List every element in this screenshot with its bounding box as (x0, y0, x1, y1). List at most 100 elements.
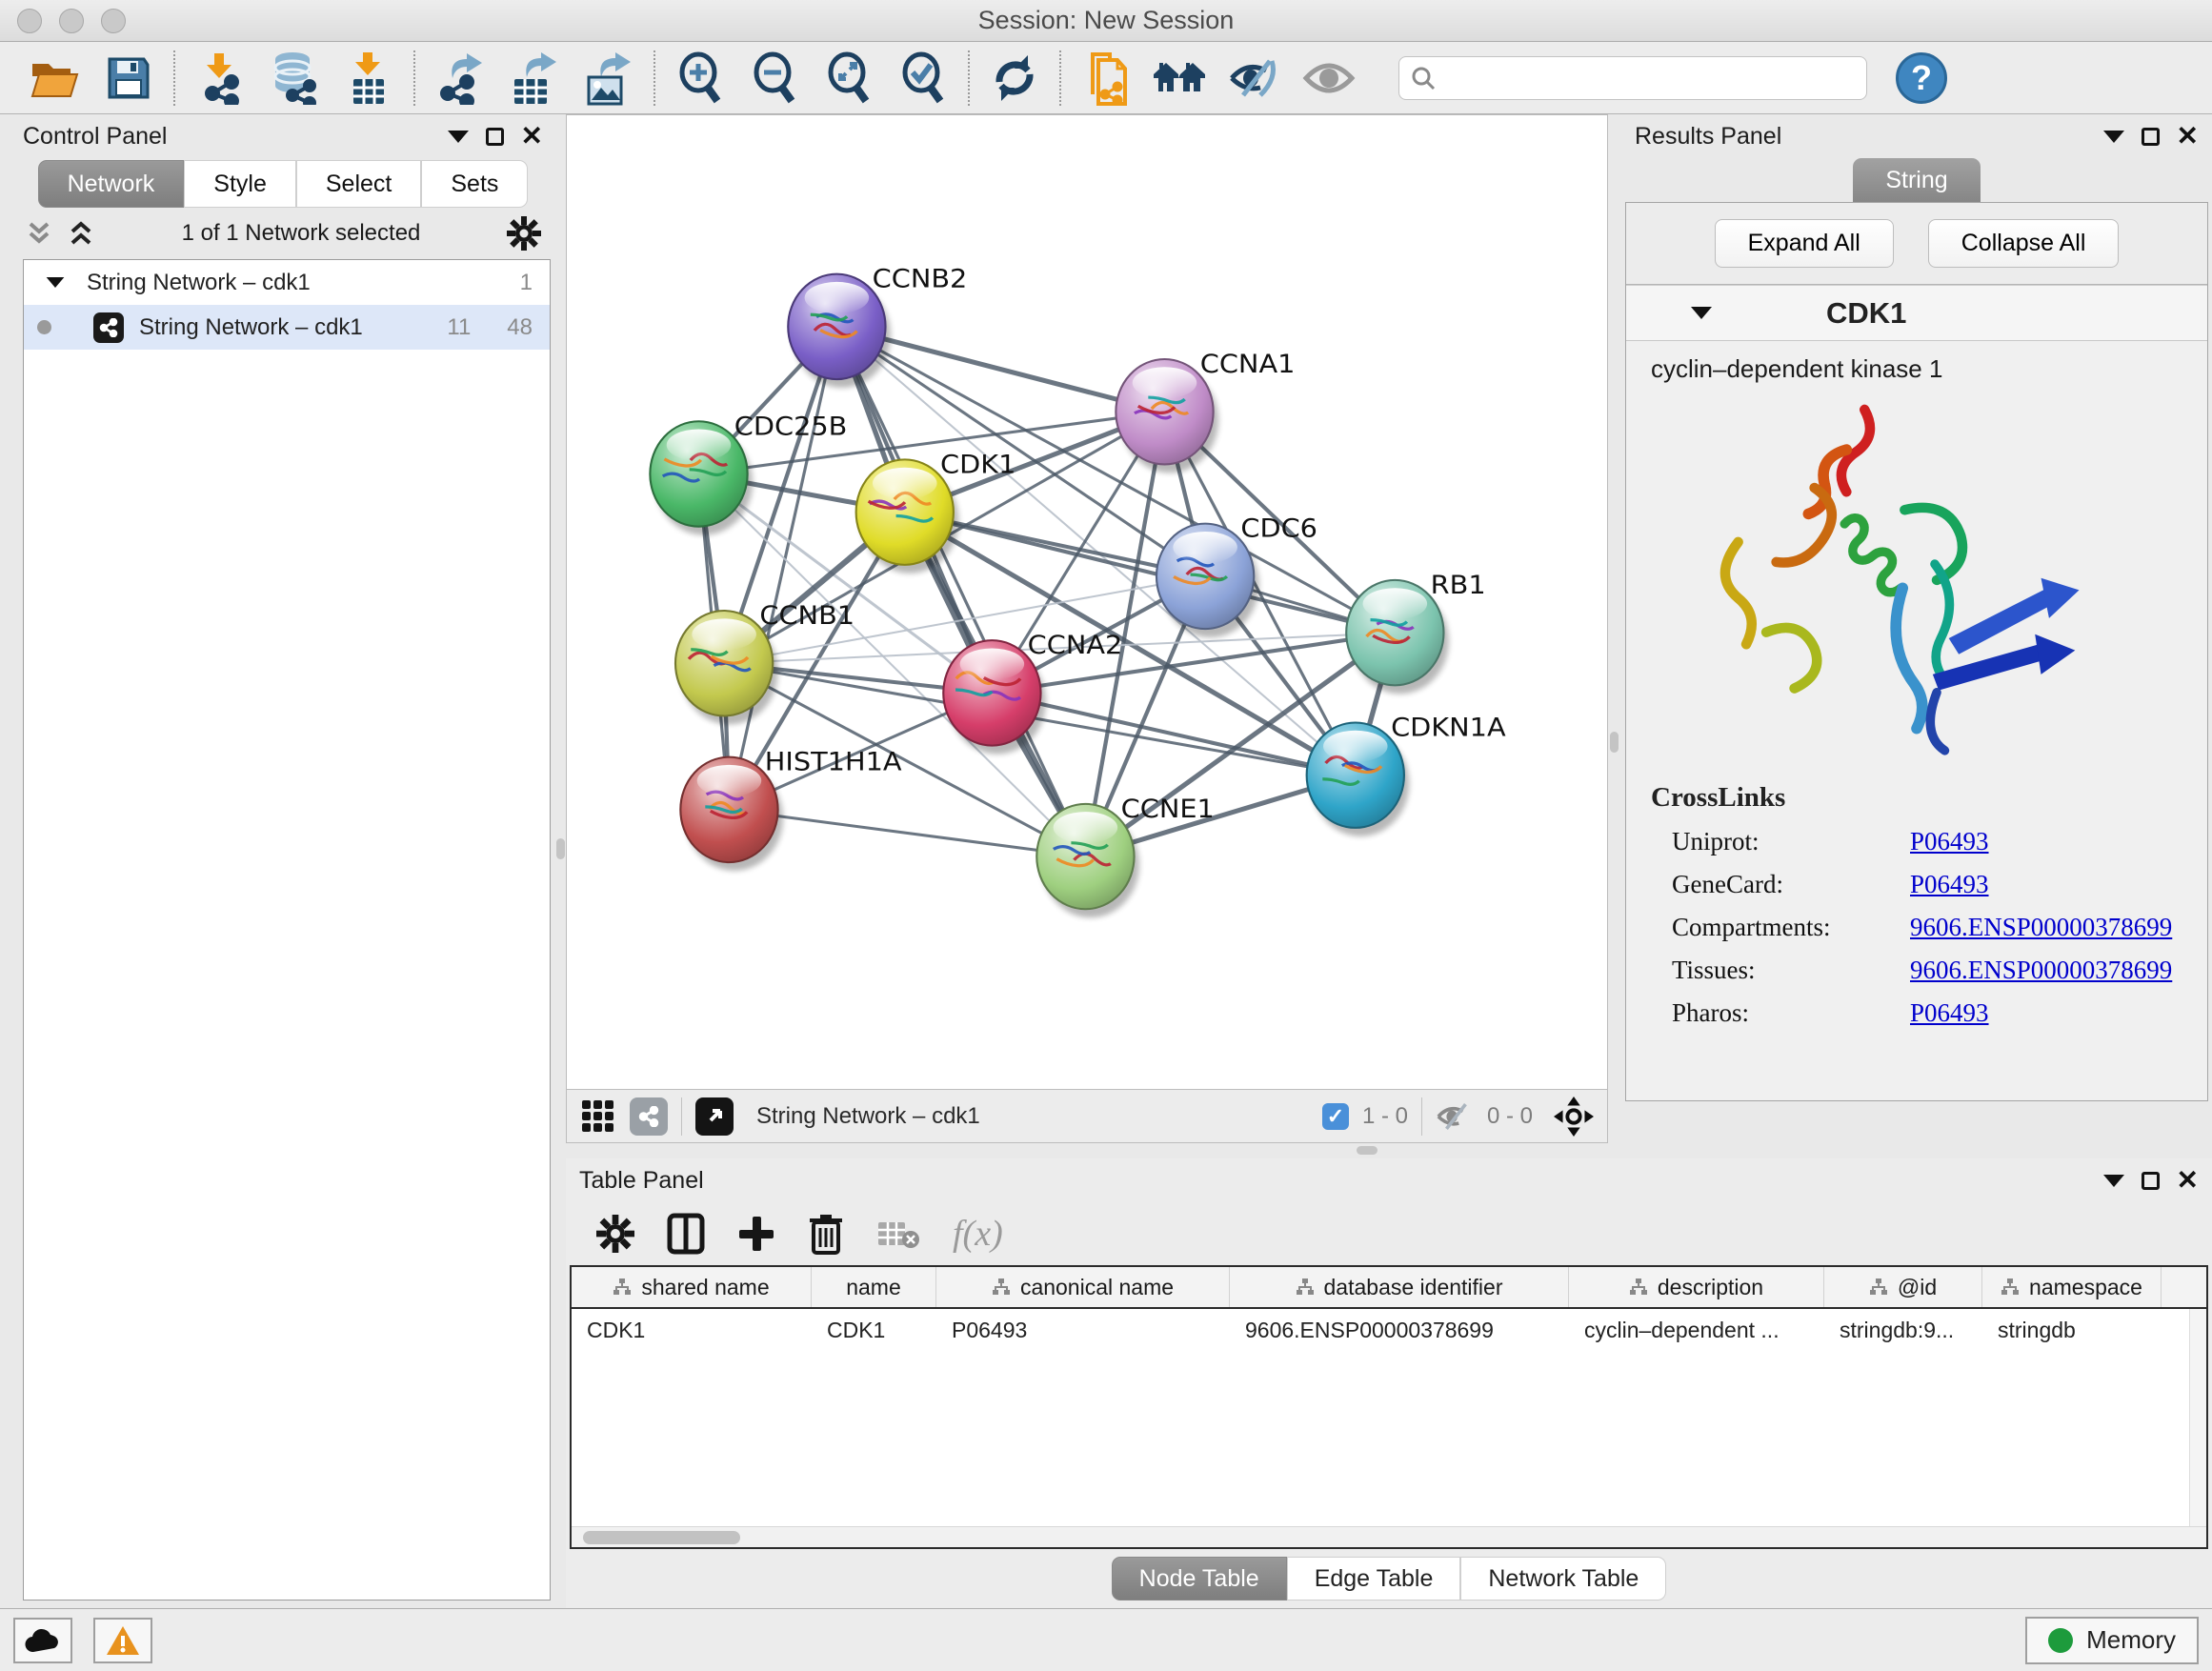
network-row-selected[interactable]: String Network – cdk1 11 48 (24, 305, 550, 350)
expand-tree-icon[interactable] (25, 219, 53, 248)
clone-network-icon[interactable] (1069, 48, 1143, 109)
column-header-database-identifier[interactable]: database identifier (1230, 1267, 1569, 1307)
table-row[interactable]: CDK1CDK1P064939606.ENSP00000378699cyclin… (572, 1309, 2206, 1351)
panel-float-icon[interactable] (486, 128, 504, 146)
zoom-fit-icon[interactable] (812, 48, 886, 109)
navigator-crosshair-icon[interactable] (1554, 1097, 1594, 1137)
table-splitter[interactable] (566, 1143, 2212, 1158)
import-table-file-icon[interactable] (332, 48, 406, 109)
save-session-icon[interactable] (91, 48, 166, 109)
network-node-RB1[interactable]: RB1 (1346, 570, 1485, 695)
show-networks-icon[interactable] (1143, 48, 1217, 109)
tab-network[interactable]: Network (38, 160, 185, 208)
crosslink-link[interactable]: 9606.ENSP00000378699 (1910, 956, 2172, 985)
export-table-icon[interactable] (497, 48, 572, 109)
selected-checkbox-icon[interactable]: ✓ (1322, 1103, 1349, 1130)
crosslink-link[interactable]: P06493 (1910, 827, 1989, 856)
hidden-eye-icon[interactable] (1436, 1101, 1474, 1132)
tab-sets[interactable]: Sets (421, 160, 528, 208)
tab-network-table[interactable]: Network Table (1460, 1557, 1666, 1601)
expand-all-button[interactable]: Expand All (1715, 219, 1894, 268)
table-horizontal-scrollbar[interactable] (572, 1526, 2206, 1547)
add-column-icon[interactable] (737, 1215, 775, 1253)
panel-close-icon[interactable]: ✕ (521, 123, 543, 150)
network-node-HIST1H1A[interactable]: HIST1H1A (680, 746, 901, 871)
table-settings-gear-icon[interactable] (596, 1215, 634, 1253)
table-cell[interactable]: stringdb (1982, 1309, 2162, 1351)
tab-style[interactable]: Style (184, 160, 296, 208)
warning-button[interactable] (93, 1618, 152, 1663)
import-network-database-icon[interactable] (257, 48, 332, 109)
right-splitter[interactable] (1608, 114, 1621, 1143)
table-cell[interactable]: stringdb:9... (1824, 1309, 1982, 1351)
tab-edge-table[interactable]: Edge Table (1287, 1557, 1461, 1601)
network-edge[interactable] (836, 327, 1085, 856)
export-image-icon[interactable] (572, 48, 646, 109)
panel-float-icon[interactable] (2142, 128, 2160, 146)
import-network-file-icon[interactable] (183, 48, 257, 109)
table-cell[interactable]: P06493 (936, 1309, 1230, 1351)
collection-expand-icon[interactable] (47, 277, 65, 288)
panel-menu-icon[interactable] (2103, 131, 2124, 143)
left-splitter[interactable] (556, 114, 566, 1608)
tab-select[interactable]: Select (296, 160, 421, 208)
table-cell[interactable]: CDK1 (572, 1309, 812, 1351)
network-node-CCNA2[interactable]: CCNA2 (943, 630, 1122, 755)
network-node-CCNA1[interactable]: CCNA1 (1116, 349, 1295, 473)
tab-string[interactable]: String (1853, 158, 1980, 202)
splitter-handle[interactable] (556, 838, 565, 859)
cloud-button[interactable] (13, 1618, 72, 1663)
collapse-all-button[interactable]: Collapse All (1928, 219, 2120, 268)
memory-button[interactable]: Memory (2025, 1617, 2199, 1664)
hide-selected-icon[interactable] (1217, 48, 1292, 109)
network-node-CCNB2[interactable]: CCNB2 (788, 263, 967, 388)
column-header-description[interactable]: description (1569, 1267, 1824, 1307)
column-header-canonical-name[interactable]: canonical name (936, 1267, 1230, 1307)
panel-menu-icon[interactable] (448, 131, 469, 143)
network-node-CDC25B[interactable]: CDC25B (650, 411, 847, 535)
delete-column-icon[interactable] (808, 1213, 844, 1255)
show-hidden-icon[interactable] (1292, 48, 1366, 109)
column-header-@id[interactable]: @id (1824, 1267, 1982, 1307)
table-cell[interactable]: 9606.ENSP00000378699 (1230, 1309, 1569, 1351)
table-vertical-scrollbar[interactable] (2189, 1309, 2206, 1526)
zoom-in-icon[interactable] (663, 48, 737, 109)
export-network-icon[interactable] (423, 48, 497, 109)
help-icon[interactable]: ? (1896, 52, 1947, 104)
zoom-out-icon[interactable] (737, 48, 812, 109)
gene-collapse-icon[interactable] (1691, 307, 1712, 319)
network-edge[interactable] (729, 327, 836, 810)
network-share-icon[interactable] (630, 1097, 668, 1136)
search-input[interactable] (1445, 65, 1855, 91)
splitter-handle[interactable] (1610, 732, 1619, 753)
collapse-tree-icon[interactable] (67, 219, 95, 248)
network-canvas[interactable]: CCNB2CCNA1CDC25BCDK1CDC6RB1CCNB1CCNA2CDK… (567, 115, 1607, 1089)
column-header-shared-name[interactable]: shared name (572, 1267, 812, 1307)
crosslink-link[interactable]: P06493 (1910, 870, 1989, 899)
gear-icon[interactable] (507, 216, 541, 251)
show-columns-icon[interactable] (667, 1213, 705, 1255)
panel-menu-icon[interactable] (2103, 1175, 2124, 1187)
crosslink-link[interactable]: 9606.ENSP00000378699 (1910, 913, 2172, 942)
network-node-CCNB1[interactable]: CCNB1 (675, 600, 855, 725)
network-node-CDKN1A[interactable]: CDKN1A (1307, 712, 1506, 836)
crosslink-link[interactable]: P06493 (1910, 998, 1989, 1028)
zoom-selected-icon[interactable] (886, 48, 960, 109)
tab-node-table[interactable]: Node Table (1112, 1557, 1287, 1601)
panel-close-icon[interactable]: ✕ (2177, 123, 2199, 150)
refresh-view-icon[interactable] (977, 48, 1052, 109)
open-session-icon[interactable] (17, 48, 91, 109)
grid-view-icon[interactable] (580, 1098, 616, 1135)
table-cell[interactable]: CDK1 (812, 1309, 936, 1351)
network-edge[interactable] (905, 513, 1396, 633)
gene-card-header[interactable]: CDK1 (1626, 286, 2207, 341)
scrollbar-thumb[interactable] (583, 1531, 740, 1544)
table-cell[interactable]: cyclin–dependent ... (1569, 1309, 1824, 1351)
network-node-CCNE1[interactable]: CCNE1 (1036, 794, 1215, 918)
panel-float-icon[interactable] (2142, 1172, 2160, 1190)
network-collection-row[interactable]: String Network – cdk1 1 (24, 260, 550, 305)
panel-close-icon[interactable]: ✕ (2177, 1167, 2199, 1194)
column-header-name[interactable]: name (812, 1267, 936, 1307)
birds-eye-view-icon[interactable] (695, 1097, 734, 1136)
column-header-namespace[interactable]: namespace (1982, 1267, 2162, 1307)
